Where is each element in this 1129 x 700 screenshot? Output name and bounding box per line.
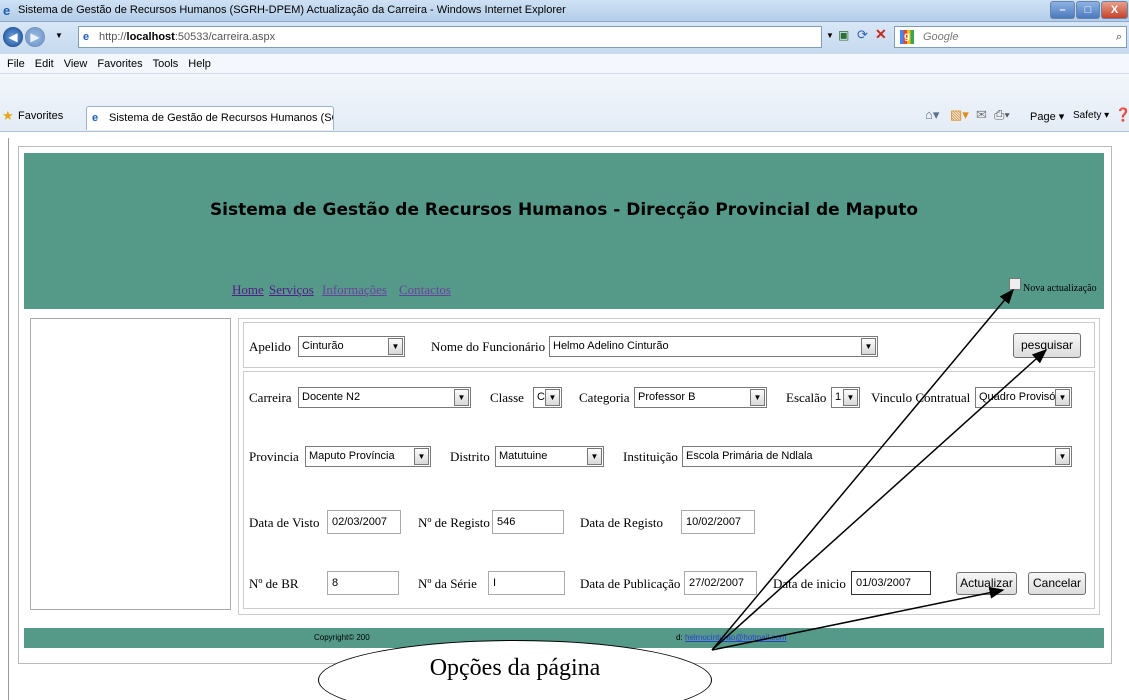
annotation-arrows: [711, 288, 1048, 651]
arrow-to-checkbox: [711, 288, 1014, 651]
arrow-to-actualizar: [711, 586, 1005, 651]
arrow-to-pesquisar: [711, 348, 1048, 651]
callout-text: Opções da página: [429, 655, 601, 681]
